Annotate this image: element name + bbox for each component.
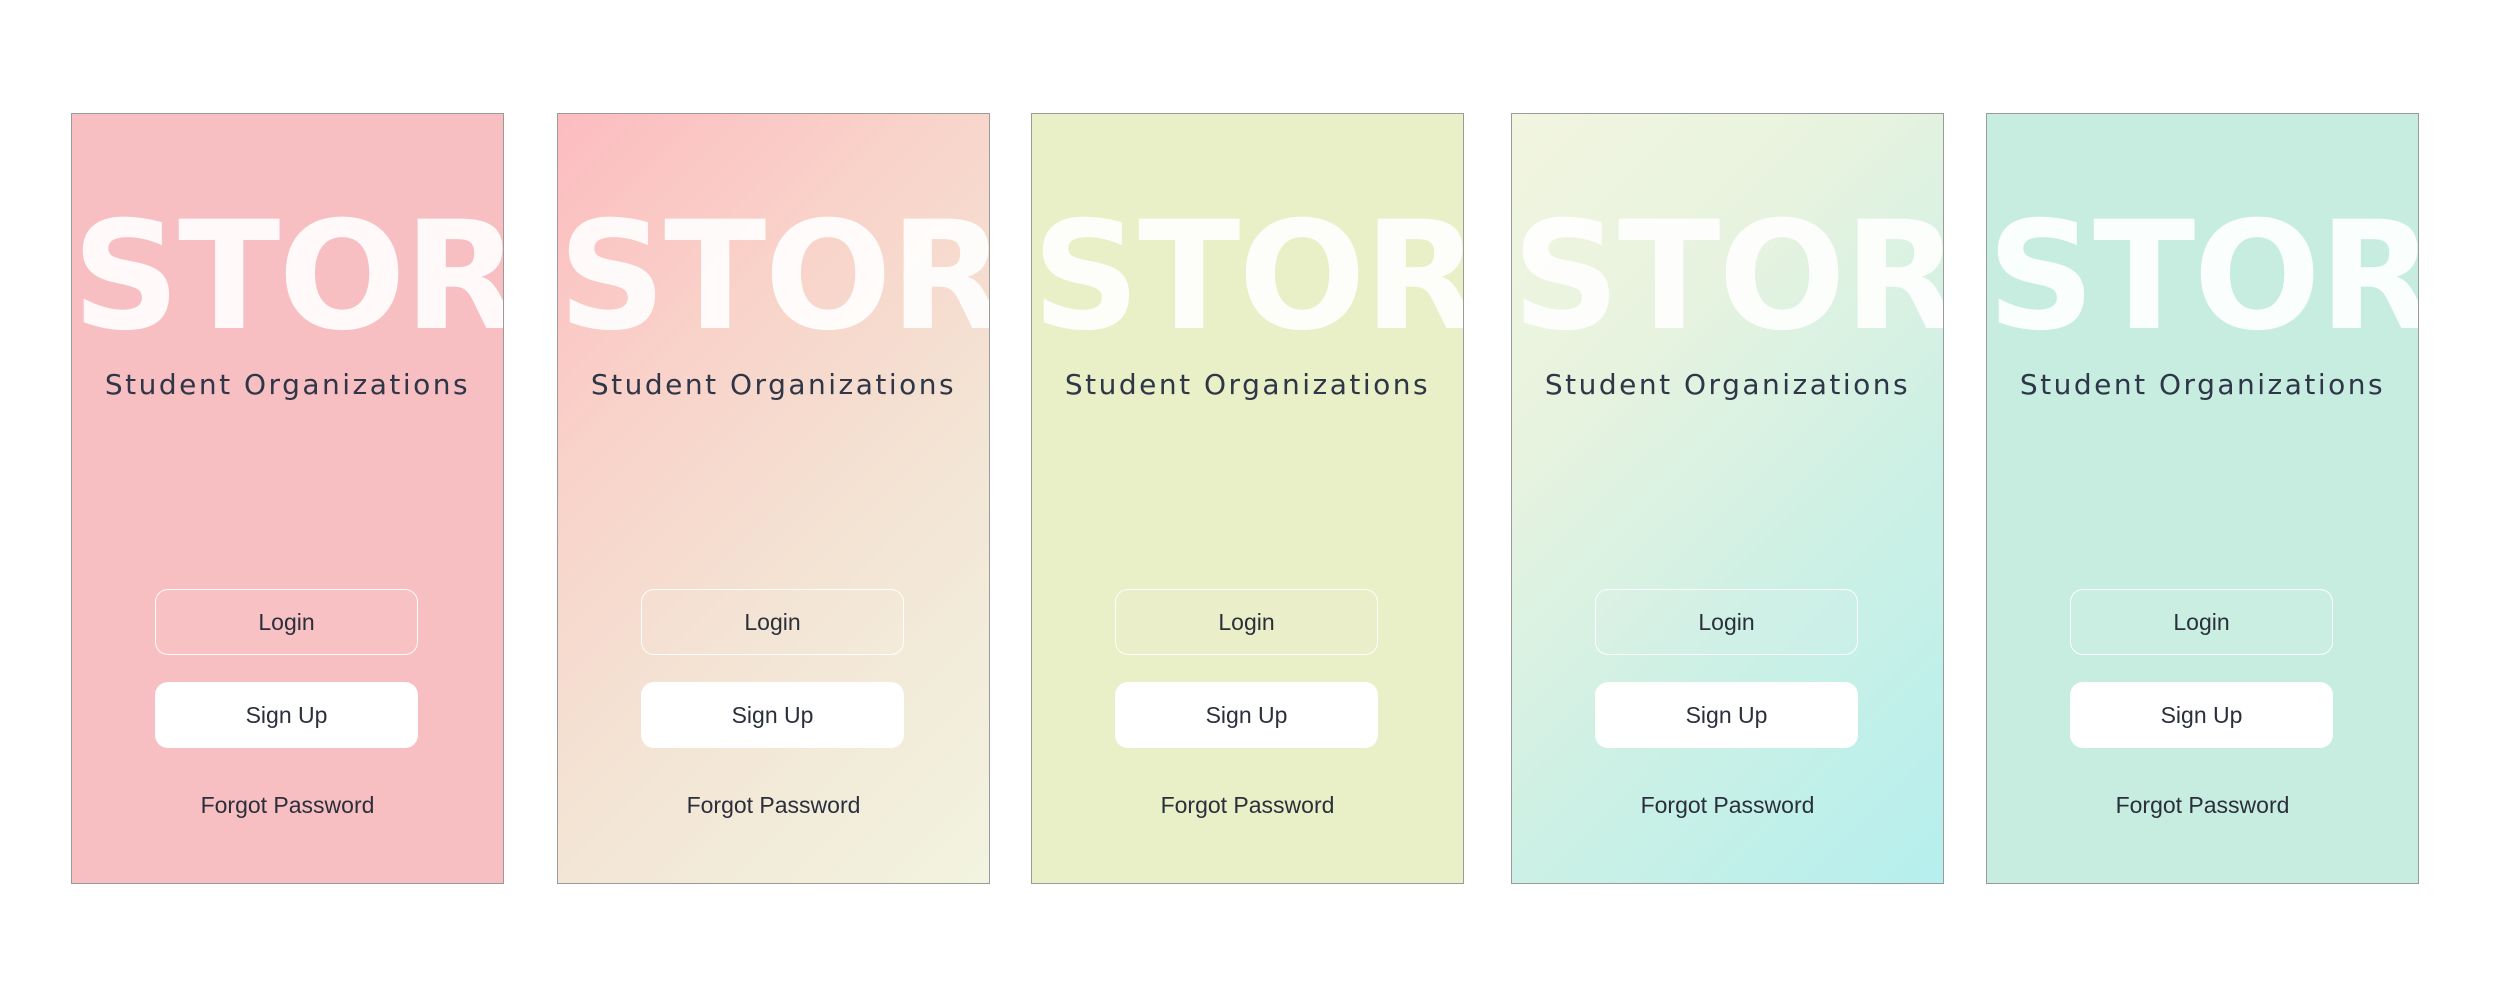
login-button[interactable]: Login [155, 589, 418, 655]
login-screen-aqua-gradient: STOR Student Organizations Login Sign Up… [1511, 113, 1944, 884]
forgot-password-link[interactable]: Forgot Password [1512, 792, 1943, 819]
signup-button[interactable]: Sign Up [1595, 682, 1858, 748]
signup-button[interactable]: Sign Up [641, 682, 904, 748]
signup-button[interactable]: Sign Up [2070, 682, 2333, 748]
login-screen-lime: STOR Student Organizations Login Sign Up… [1031, 113, 1464, 884]
login-screen-pink: STOR Student Organizations Login Sign Up… [71, 113, 504, 884]
login-button[interactable]: Login [1115, 589, 1378, 655]
forgot-password-link[interactable]: Forgot Password [1987, 792, 2418, 819]
login-button[interactable]: Login [641, 589, 904, 655]
app-subtitle: Student Organizations [1544, 368, 1911, 401]
forgot-password-link[interactable]: Forgot Password [1032, 792, 1463, 819]
login-button[interactable]: Login [2070, 589, 2333, 655]
app-subtitle: Student Organizations [2019, 368, 2386, 401]
app-subtitle: Student Organizations [1064, 368, 1431, 401]
signup-button[interactable]: Sign Up [155, 682, 418, 748]
signup-button[interactable]: Sign Up [1115, 682, 1378, 748]
app-logo: STOR [72, 190, 504, 364]
app-subtitle: Student Organizations [590, 368, 957, 401]
app-logo: STOR [558, 190, 990, 364]
app-logo: STOR [1512, 190, 1944, 364]
app-logo: STOR [1987, 190, 2419, 364]
forgot-password-link[interactable]: Forgot Password [558, 792, 989, 819]
app-subtitle: Student Organizations [104, 368, 471, 401]
login-button[interactable]: Login [1595, 589, 1858, 655]
login-screen-pink-gradient: STOR Student Organizations Login Sign Up… [557, 113, 990, 884]
app-logo: STOR [1032, 190, 1464, 364]
login-screen-mint: STOR Student Organizations Login Sign Up… [1986, 113, 2419, 884]
forgot-password-link[interactable]: Forgot Password [72, 792, 503, 819]
